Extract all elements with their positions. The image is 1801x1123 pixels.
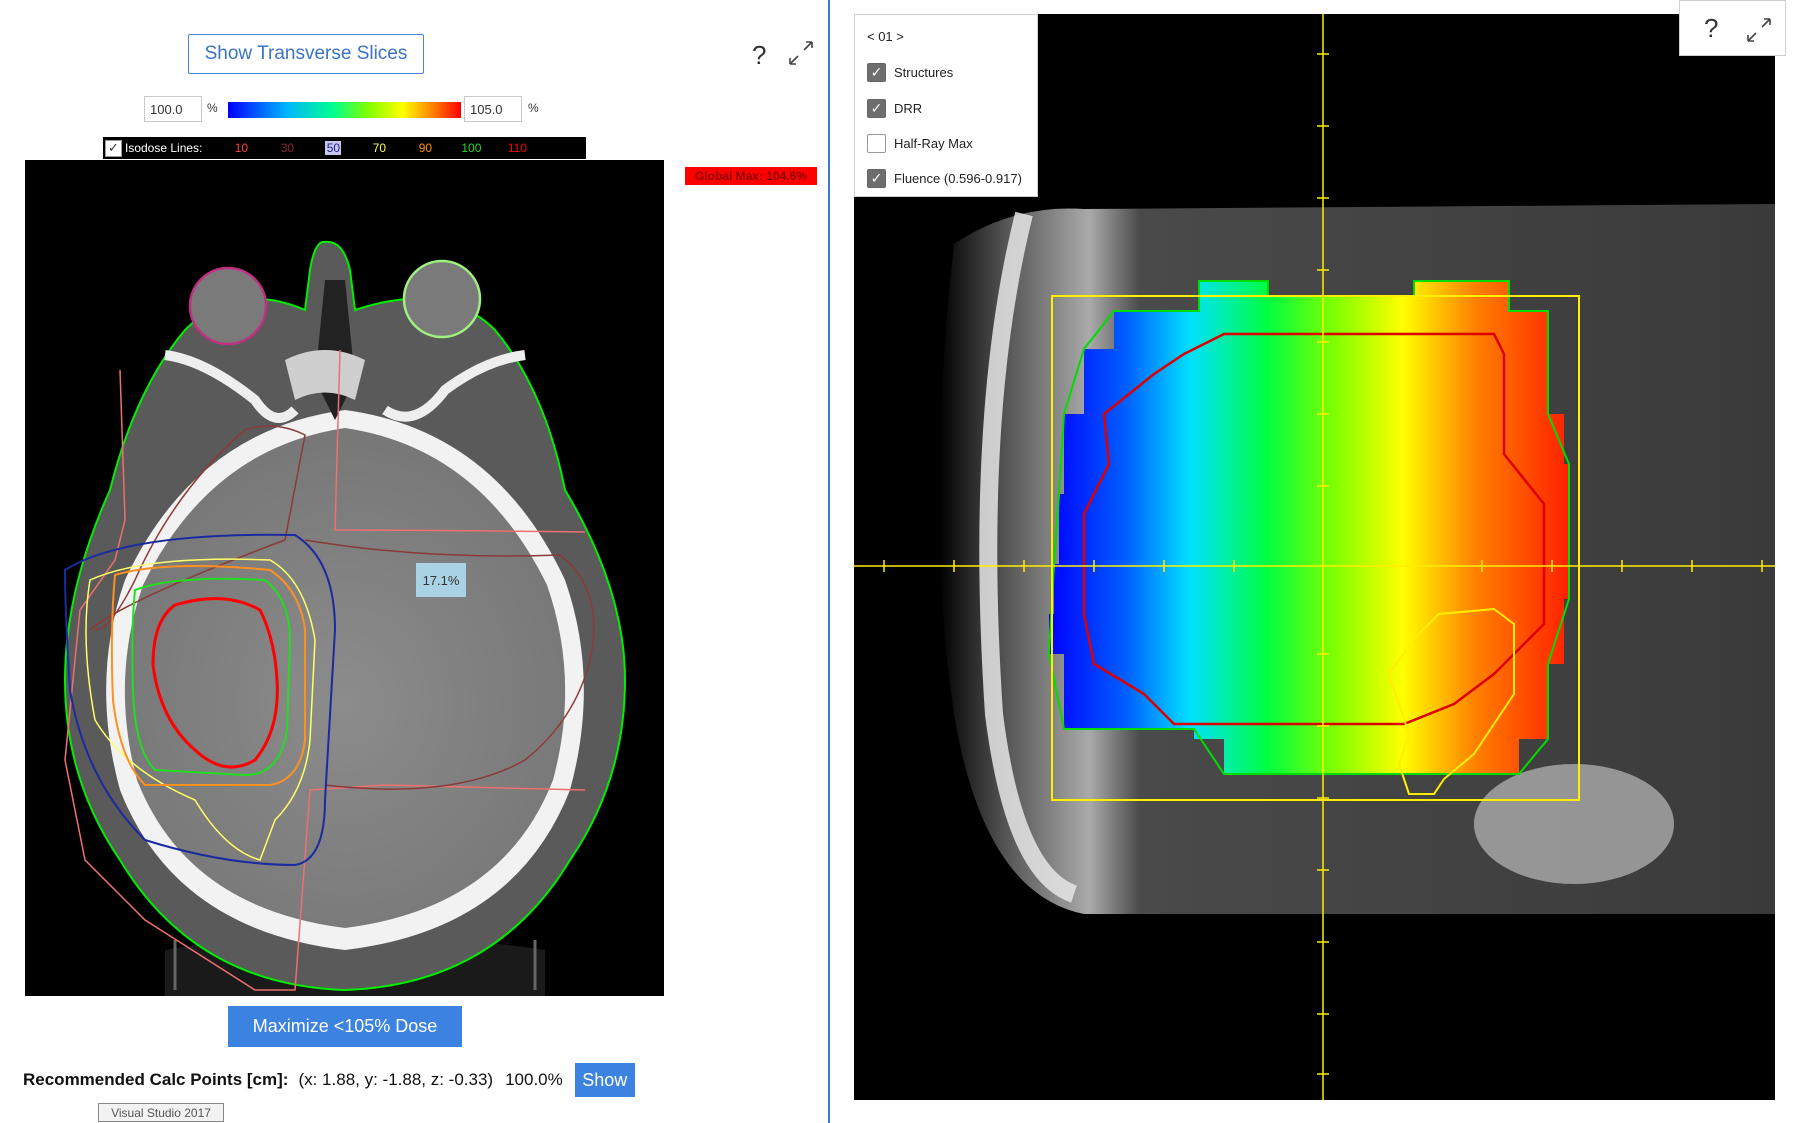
expand-icon-right[interactable] — [1744, 15, 1774, 45]
isodose-level-50[interactable]: 50 — [325, 141, 342, 155]
right-edge — [1788, 0, 1801, 1123]
layer-half-ray-max[interactable]: Half-Ray Max — [867, 134, 973, 153]
beam-navigator[interactable]: < 01 > — [867, 29, 904, 44]
isodose-lines-bar: ✓ Isodose Lines: 10 30 50 70 90 100 110 — [103, 137, 586, 159]
ct-image — [63, 240, 627, 996]
dose-panel: Show Transverse Slices ? % % ✓ Isodose L… — [0, 0, 828, 1123]
isodose-level-90[interactable]: 90 — [402, 141, 448, 155]
half-ray-max-checkbox[interactable] — [867, 134, 886, 153]
half-ray-max-label: Half-Ray Max — [894, 136, 973, 151]
layer-structures[interactable]: ✓ Structures — [867, 63, 953, 82]
isodose-lines-checkbox[interactable]: ✓ — [105, 139, 122, 157]
dose-max-unit: % — [528, 101, 539, 115]
calc-points-title: Recommended Calc Points [cm]: — [23, 1070, 289, 1089]
isodose-level-70[interactable]: 70 — [356, 141, 402, 155]
bev-toolbar: ? — [1679, 0, 1786, 56]
help-icon[interactable]: ? — [752, 40, 766, 71]
fluence-label: Fluence (0.596-0.917) — [894, 171, 1022, 186]
global-max-badge: Global Max: 104.6% — [685, 167, 817, 185]
isodose-level-10[interactable]: 10 — [218, 141, 264, 155]
dose-min-unit: % — [207, 101, 218, 115]
drr-label: DRR — [894, 101, 923, 116]
dose-min-input[interactable] — [144, 96, 202, 122]
fluence-checkbox[interactable]: ✓ — [867, 169, 886, 188]
layer-panel: < 01 > ✓ Structures ✓ DRR Half-Ray Max ✓… — [854, 14, 1038, 197]
drr-checkbox[interactable]: ✓ — [867, 99, 886, 118]
structures-label: Structures — [894, 65, 954, 80]
dose-max-input[interactable] — [464, 96, 522, 122]
show-transverse-slices-button[interactable]: Show Transverse Slices — [188, 34, 424, 74]
isodose-level-30[interactable]: 30 — [264, 141, 310, 155]
dose-colorbar — [228, 102, 461, 118]
calc-points-percent: 100.0% — [505, 1070, 563, 1089]
ct-transverse-view[interactable] — [25, 160, 664, 996]
isodose-level-110[interactable]: 110 — [494, 141, 540, 155]
structures-checkbox[interactable]: ✓ — [867, 63, 886, 82]
taskbar-tooltip: Visual Studio 2017 — [98, 1103, 224, 1122]
pane-divider[interactable] — [828, 0, 830, 1123]
isodose-lines-label: Isodose Lines: — [125, 141, 203, 155]
calc-points-coords: (x: 1.88, y: -1.88, z: -0.33) — [298, 1070, 494, 1089]
maximize-dose-button[interactable]: Maximize <105% Dose — [228, 1006, 462, 1047]
isodose-level-100[interactable]: 100 — [448, 141, 494, 155]
expand-icon[interactable] — [786, 38, 816, 68]
layer-fluence[interactable]: ✓ Fluence (0.596-0.917) — [867, 169, 1022, 188]
calc-points-row: Recommended Calc Points [cm]: (x: 1.88, … — [23, 1063, 635, 1097]
dose-percent-tooltip: 17.1% — [416, 563, 466, 597]
layer-drr[interactable]: ✓ DRR — [867, 99, 922, 118]
show-calc-points-button[interactable]: Show — [574, 1063, 635, 1097]
app-root: Show Transverse Slices ? % % ✓ Isodose L… — [0, 0, 1801, 1123]
help-icon-right[interactable]: ? — [1704, 13, 1718, 44]
